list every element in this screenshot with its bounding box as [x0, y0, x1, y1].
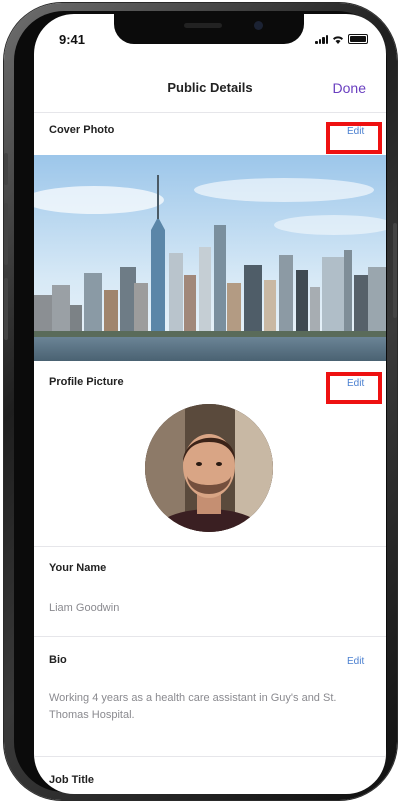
divider	[34, 546, 386, 547]
bio-text: Working 4 years as a health care assista…	[49, 692, 337, 721]
cover-photo	[34, 155, 386, 361]
device-mockup: 9:41 Public Details Done Cover Photo Edi…	[0, 0, 403, 804]
your-name-label: Your Name	[49, 562, 107, 574]
power-button	[393, 223, 397, 318]
job-title-label: Job Title	[49, 774, 95, 786]
bio-label: Bio	[49, 654, 67, 666]
speaker-grille	[184, 23, 222, 28]
front-camera	[254, 21, 263, 30]
bio-edit-button[interactable]: Edit	[347, 656, 364, 667]
profile-photo-image	[145, 404, 273, 532]
profile-picture-label: Profile Picture	[49, 376, 124, 388]
wifi-icon	[333, 36, 343, 44]
navigation-bar: Public Details Done	[34, 76, 386, 113]
status-time: 9:41	[59, 32, 86, 47]
done-button[interactable]: Done	[333, 80, 366, 96]
mute-switch	[4, 153, 8, 185]
volume-up-button	[4, 203, 8, 265]
app-screen: 9:41 Public Details Done Cover Photo Edi…	[34, 14, 386, 794]
battery-icon	[348, 34, 368, 44]
your-name-field[interactable]: Liam Goodwin	[49, 602, 119, 614]
highlight-box-profile-edit	[326, 372, 382, 404]
volume-down-button	[4, 278, 8, 340]
city-skyline-image	[34, 155, 386, 361]
divider	[34, 756, 386, 757]
divider	[34, 636, 386, 637]
notch	[114, 14, 304, 44]
avatar	[145, 404, 273, 532]
highlight-box-cover-edit	[326, 122, 382, 154]
cover-photo-label: Cover Photo	[49, 124, 115, 136]
status-icons	[315, 34, 368, 44]
cellular-signal-icon	[315, 35, 328, 44]
